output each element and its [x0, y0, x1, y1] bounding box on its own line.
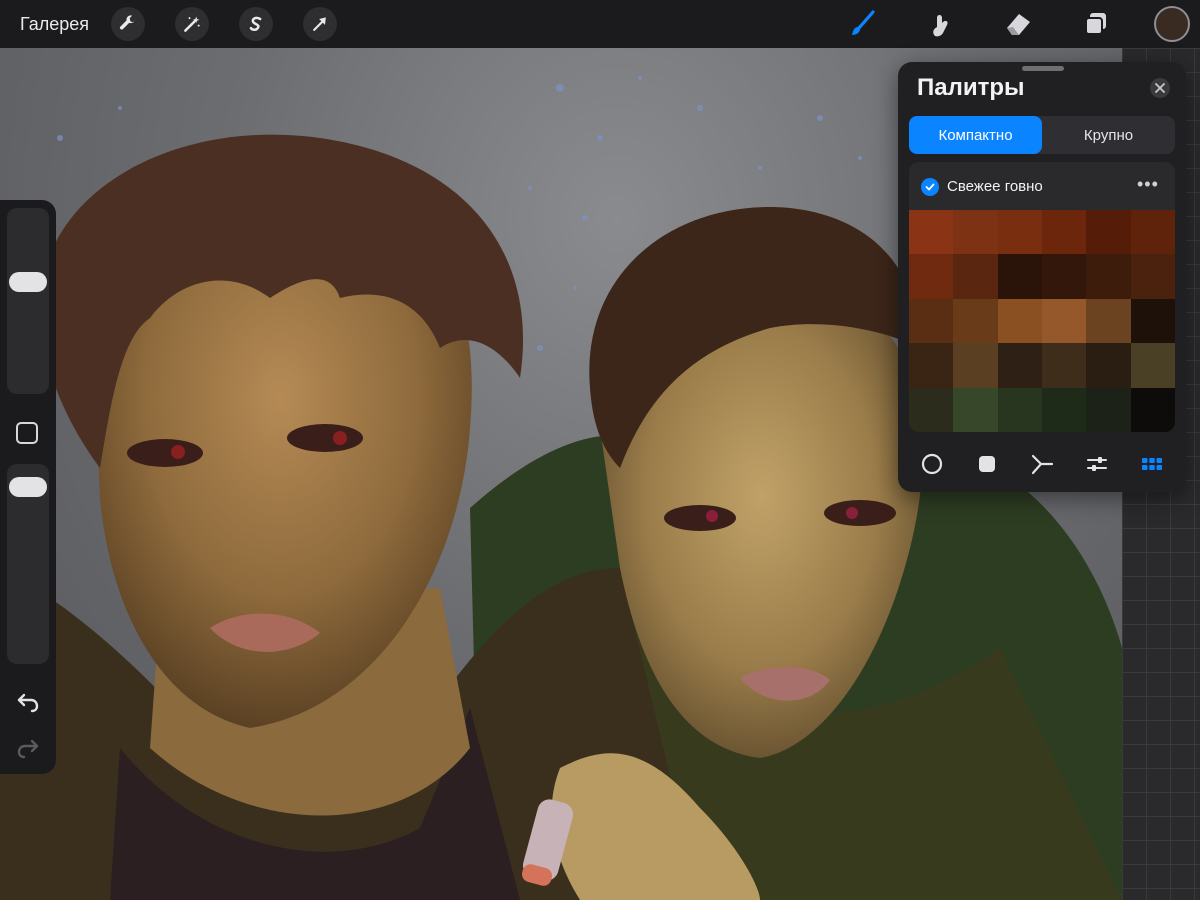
color-swatch[interactable]	[1130, 387, 1175, 432]
color-swatch[interactable]	[909, 343, 954, 388]
eraser-icon	[1007, 14, 1030, 35]
color-swatch[interactable]	[1130, 210, 1175, 255]
left-sidebar	[0, 200, 56, 774]
tab-disc[interactable]	[918, 450, 946, 478]
color-swatch[interactable]	[1086, 387, 1131, 432]
color-swatch[interactable]	[1041, 343, 1087, 388]
color-swatch[interactable]	[997, 254, 1042, 299]
color-swatch[interactable]	[997, 298, 1042, 344]
square-icon	[978, 456, 995, 472]
close-icon	[1155, 83, 1165, 93]
smudge-icon	[933, 15, 948, 37]
view-mode-segmented-control: Компактно Крупно	[909, 116, 1175, 154]
swatch-grid	[909, 210, 1175, 432]
color-swatch[interactable]	[953, 387, 998, 432]
color-swatch[interactable]	[909, 387, 954, 432]
color-swatch[interactable]	[909, 210, 954, 255]
sliders-icon	[1087, 457, 1108, 471]
palettes-popover: Палитры Компактно Крупно Свежее говно ••…	[898, 62, 1186, 492]
selection-button[interactable]	[239, 7, 274, 41]
color-swatch[interactable]	[1041, 254, 1087, 299]
color-swatch[interactable]	[1130, 298, 1175, 344]
popover-grabber[interactable]	[1022, 66, 1064, 71]
arrow-transform-icon	[313, 17, 326, 31]
brush-size-thumb[interactable]	[9, 272, 47, 293]
color-swatch[interactable]	[953, 210, 998, 255]
tab-harmony[interactable]	[1028, 450, 1056, 478]
redo-icon[interactable]	[15, 734, 41, 760]
transform-button[interactable]	[303, 7, 338, 41]
palette-name: Свежее говно	[947, 178, 1043, 195]
close-button[interactable]	[1150, 78, 1170, 98]
smudge-tool[interactable]	[920, 4, 960, 44]
color-swatch[interactable]	[953, 298, 998, 344]
color-swatch[interactable]	[1130, 343, 1175, 388]
selection-s-icon	[249, 16, 262, 31]
color-swatch[interactable]	[1041, 210, 1087, 255]
color-swatch[interactable]	[1041, 387, 1087, 432]
color-swatch[interactable]	[997, 210, 1042, 255]
color-swatch[interactable]	[953, 254, 998, 299]
actions-button[interactable]	[111, 7, 146, 41]
modify-button[interactable]	[16, 422, 38, 444]
top-toolbar: Галерея	[0, 0, 1200, 48]
more-options-button[interactable]: •••	[1137, 174, 1159, 195]
default-palette-checkbox[interactable]	[921, 178, 939, 196]
palette-card: Свежее говно •••	[909, 162, 1175, 432]
color-swatch[interactable]	[1086, 210, 1131, 255]
color-swatch[interactable]	[997, 387, 1042, 432]
color-swatch[interactable]	[1041, 298, 1087, 344]
harmony-icon	[1031, 454, 1054, 475]
wrench-icon	[120, 15, 135, 30]
color-swatch[interactable]	[997, 343, 1042, 388]
color-swatch[interactable]	[1086, 298, 1131, 344]
palettes-title: Палитры	[917, 74, 1025, 101]
tab-compact[interactable]: Компактно	[909, 116, 1042, 154]
adjustments-button[interactable]	[175, 7, 210, 41]
tab-palettes[interactable]	[1138, 450, 1166, 478]
layers-icon	[1085, 13, 1106, 35]
brush-icon	[852, 10, 875, 35]
tab-classic[interactable]	[973, 450, 1001, 478]
brush-size-slider[interactable]	[7, 208, 49, 394]
opacity-thumb[interactable]	[9, 476, 47, 497]
color-swatch[interactable]	[1130, 254, 1175, 299]
color-swatch[interactable]	[1086, 254, 1131, 299]
color-mode-tabs	[898, 446, 1186, 482]
brush-tool[interactable]	[842, 4, 882, 44]
magic-wand-icon	[184, 16, 200, 32]
painting-tools	[842, 0, 1200, 48]
color-swatch[interactable]	[953, 343, 998, 388]
current-color-button[interactable]	[1154, 6, 1190, 42]
color-swatch[interactable]	[909, 298, 954, 344]
tab-large[interactable]: Крупно	[1042, 116, 1175, 154]
checkmark-icon	[925, 183, 935, 191]
color-swatch[interactable]	[909, 254, 954, 299]
eraser-tool[interactable]	[998, 4, 1038, 44]
disc-icon	[921, 453, 942, 475]
gallery-button[interactable]: Галерея	[20, 14, 89, 35]
undo-icon[interactable]	[15, 688, 41, 714]
palette-grid-icon	[1142, 458, 1163, 470]
layers-tool[interactable]	[1076, 4, 1116, 44]
tab-value[interactable]	[1083, 450, 1111, 478]
color-swatch[interactable]	[1086, 343, 1131, 388]
